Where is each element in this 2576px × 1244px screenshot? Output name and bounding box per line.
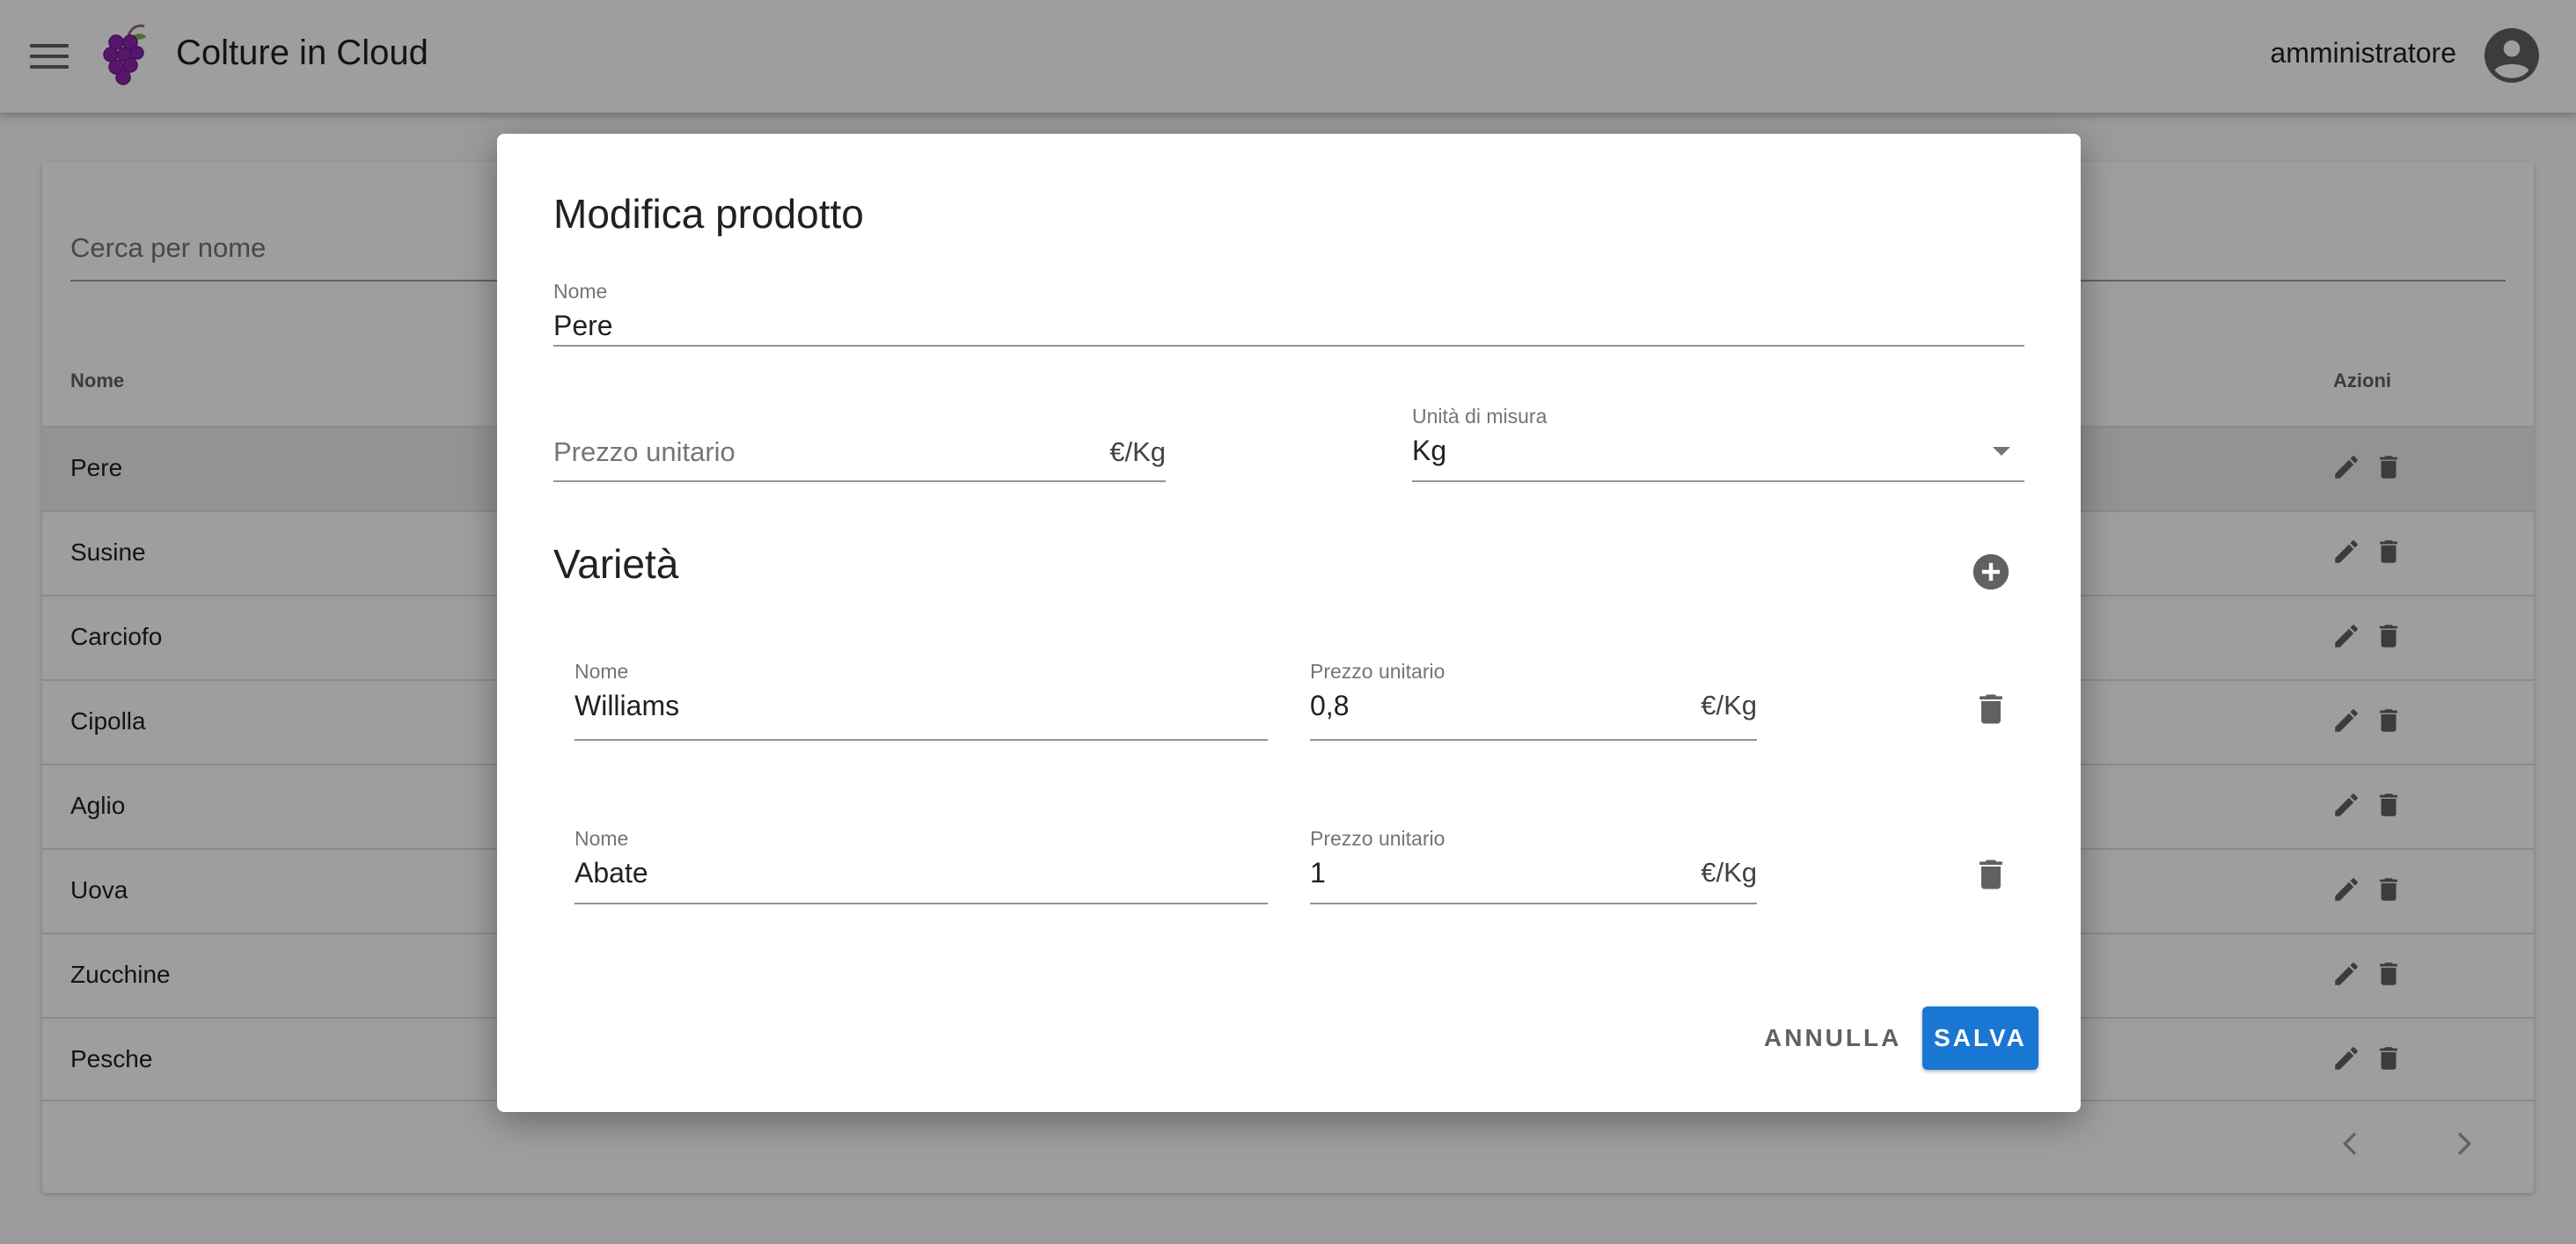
varieties-title: Varietà <box>553 541 679 587</box>
product-name-field[interactable]: Nome Pere <box>553 280 2024 347</box>
field-value: 1 <box>1310 857 1326 889</box>
field-value: Pere <box>553 310 613 341</box>
trash-icon[interactable] <box>1972 853 2010 896</box>
field-placeholder: Prezzo unitario <box>553 436 735 467</box>
dialog-title: Modifica prodotto <box>553 191 864 237</box>
variety-price-field[interactable]: Prezzo unitario 1 €/Kg <box>1310 827 1757 904</box>
field-suffix: €/Kg <box>1109 436 1166 467</box>
edit-product-dialog: Modifica prodotto Nome Pere Prezzo unita… <box>497 134 2081 1112</box>
field-label: Prezzo unitario <box>1310 660 1445 683</box>
save-button[interactable]: SALVA <box>1922 1006 2038 1070</box>
add-circle-icon[interactable] <box>1972 552 2010 591</box>
field-label: Nome <box>553 280 608 303</box>
field-value: Williams <box>574 690 680 721</box>
field-value: Kg <box>1412 435 1447 466</box>
cancel-button[interactable]: ANNULLA <box>1764 1024 1901 1052</box>
field-label: Nome <box>574 660 629 683</box>
variety-name-field[interactable]: Nome Williams <box>574 660 1268 741</box>
variety-name-field[interactable]: Nome Abate <box>574 827 1268 904</box>
field-value: 0,8 <box>1310 690 1350 721</box>
field-label: Unità di misura <box>1412 405 1548 428</box>
unit-select[interactable]: Unità di misura Kg <box>1412 405 2024 482</box>
variety-price-field[interactable]: Prezzo unitario 0,8 €/Kg <box>1310 660 1757 741</box>
unit-price-field[interactable]: Prezzo unitario €/Kg <box>553 401 1166 482</box>
field-value: Abate <box>574 857 648 889</box>
dropdown-caret-icon <box>1993 447 2010 456</box>
field-suffix: €/Kg <box>1701 857 1757 888</box>
trash-icon[interactable] <box>1972 688 2010 730</box>
field-label: Nome <box>574 827 629 850</box>
field-label: Prezzo unitario <box>1310 827 1445 850</box>
field-suffix: €/Kg <box>1701 690 1757 721</box>
